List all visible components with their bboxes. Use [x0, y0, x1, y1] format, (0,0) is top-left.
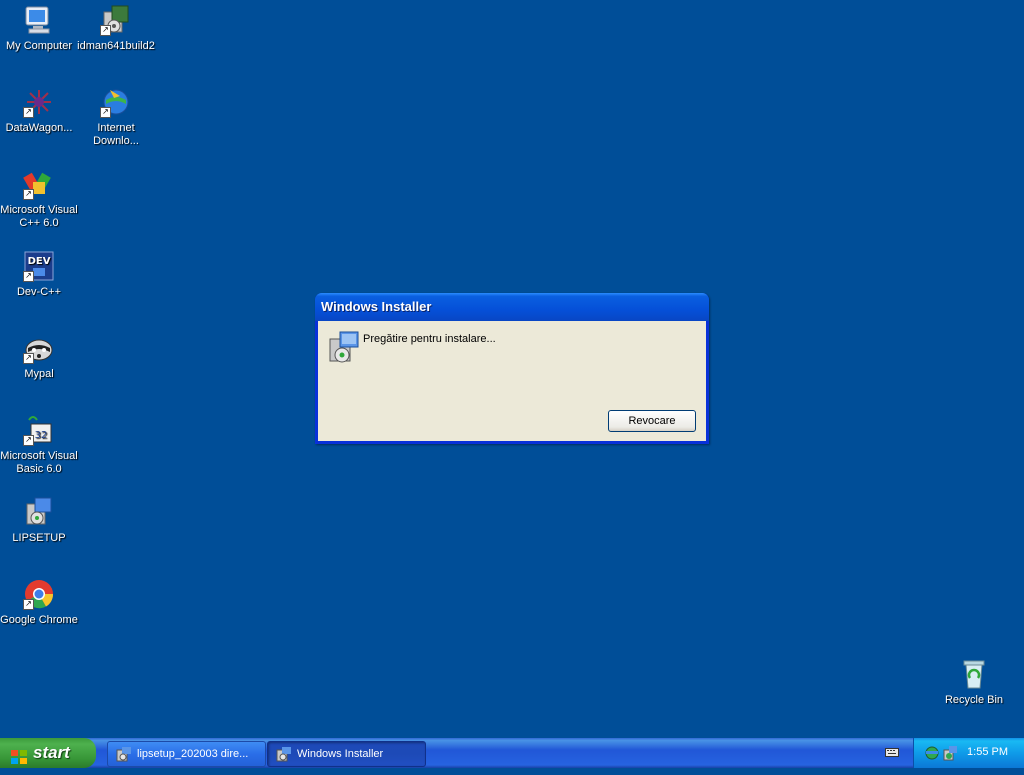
visual-studio-icon: ↗ — [23, 168, 55, 200]
visual-basic-icon: 32 ↗ — [23, 414, 55, 446]
globe-download-icon: ↗ — [100, 86, 132, 118]
shortcut-arrow-icon: ↗ — [100, 25, 111, 36]
dialog-body: Pregătire pentru instalare... Revocare — [318, 321, 706, 441]
icon-label: DataWagon... — [5, 122, 73, 134]
dev-cpp-icon: DEV ↗ — [23, 250, 55, 282]
keyboard-icon[interactable] — [885, 746, 899, 758]
shortcut-arrow-icon: ↗ — [100, 107, 111, 118]
shortcut-arrow-icon: ↗ — [23, 107, 34, 118]
start-label: start — [33, 743, 70, 762]
dialog-message: Pregătire pentru instalare... — [363, 333, 496, 345]
windows-flag-icon — [10, 745, 28, 764]
icon-label: Internet Downlo... — [93, 122, 139, 147]
datawagon-icon: ↗ — [23, 86, 55, 118]
desktop-icon-google-chrome[interactable]: ↗ Google Chrome — [0, 578, 78, 627]
icon-label: My Computer — [5, 40, 73, 52]
raccoon-icon: ↗ — [23, 332, 55, 364]
taskbar: start lipsetup_202003 dire... Windows In… — [0, 738, 1024, 768]
taskbar-item-windows-installer[interactable]: Windows Installer — [267, 741, 426, 767]
desktop-icon-visual-cpp[interactable]: ↗ Microsoft Visual C++ 6.0 — [0, 168, 78, 230]
clock[interactable]: 1:55 PM — [967, 746, 1008, 758]
icon-label: Google Chrome — [0, 614, 78, 626]
shortcut-arrow-icon: ↗ — [23, 271, 34, 282]
icon-label: Dev-C++ — [16, 286, 62, 298]
desktop-icon-dev-cpp[interactable]: DEV ↗ Dev-C++ — [0, 250, 78, 299]
icon-label: Microsoft Visual Basic 6.0 — [0, 450, 78, 475]
dialog-titlebar[interactable]: Windows Installer — [315, 293, 709, 321]
installer-package-icon — [328, 331, 360, 365]
installer-tray-icon[interactable] — [942, 745, 958, 761]
network-icon[interactable] — [924, 745, 940, 761]
icon-label: LIPSETUP — [12, 532, 66, 544]
desktop-icon-lipsetup[interactable]: LIPSETUP — [0, 496, 78, 545]
installer-package-icon — [23, 496, 55, 528]
computer-icon — [23, 4, 55, 36]
icon-label: idman641build2 — [77, 40, 155, 52]
installer-package-icon — [276, 746, 292, 762]
taskbar-item-lipsetup[interactable]: lipsetup_202003 dire... — [107, 741, 266, 767]
desktop-icon-visual-basic[interactable]: 32 ↗ Microsoft Visual Basic 6.0 — [0, 414, 78, 476]
start-button[interactable]: start — [0, 738, 96, 768]
svg-text:DEV: DEV — [28, 256, 51, 267]
icon-label: Recycle Bin — [944, 694, 1004, 706]
desktop-icon-idman[interactable]: ↗ idman641build2 — [77, 4, 155, 53]
svg-text:32: 32 — [35, 430, 48, 441]
cancel-button[interactable]: Revocare — [608, 410, 696, 432]
icon-label: Mypal — [24, 368, 54, 380]
system-tray: 1:55 PM — [913, 738, 1024, 768]
desktop-icon-recycle-bin[interactable]: Recycle Bin — [935, 658, 1013, 707]
taskbar-item-label: lipsetup_202003 dire... — [137, 748, 249, 760]
dialog-title: Windows Installer — [321, 299, 432, 314]
shortcut-arrow-icon: ↗ — [23, 353, 34, 364]
shortcut-arrow-icon: ↗ — [23, 435, 34, 446]
desktop-icon-internet-download-manager[interactable]: ↗ Internet Downlo... — [77, 86, 155, 148]
shortcut-arrow-icon: ↗ — [23, 599, 34, 610]
windows-installer-dialog: Windows Installer Pregătire pentru insta… — [315, 293, 709, 444]
desktop-icon-mypal[interactable]: ↗ Mypal — [0, 332, 78, 381]
installer-package-icon — [116, 746, 132, 762]
taskbar-item-label: Windows Installer — [297, 748, 384, 760]
chrome-icon: ↗ — [23, 578, 55, 610]
icon-label: Microsoft Visual C++ 6.0 — [0, 204, 78, 229]
installer-package-icon: ↗ — [100, 4, 132, 36]
desktop-icon-my-computer[interactable]: My Computer — [0, 4, 78, 53]
desktop-icon-datawagon[interactable]: ↗ DataWagon... — [0, 86, 78, 135]
recycle-bin-icon — [958, 658, 990, 690]
shortcut-arrow-icon: ↗ — [23, 189, 34, 200]
